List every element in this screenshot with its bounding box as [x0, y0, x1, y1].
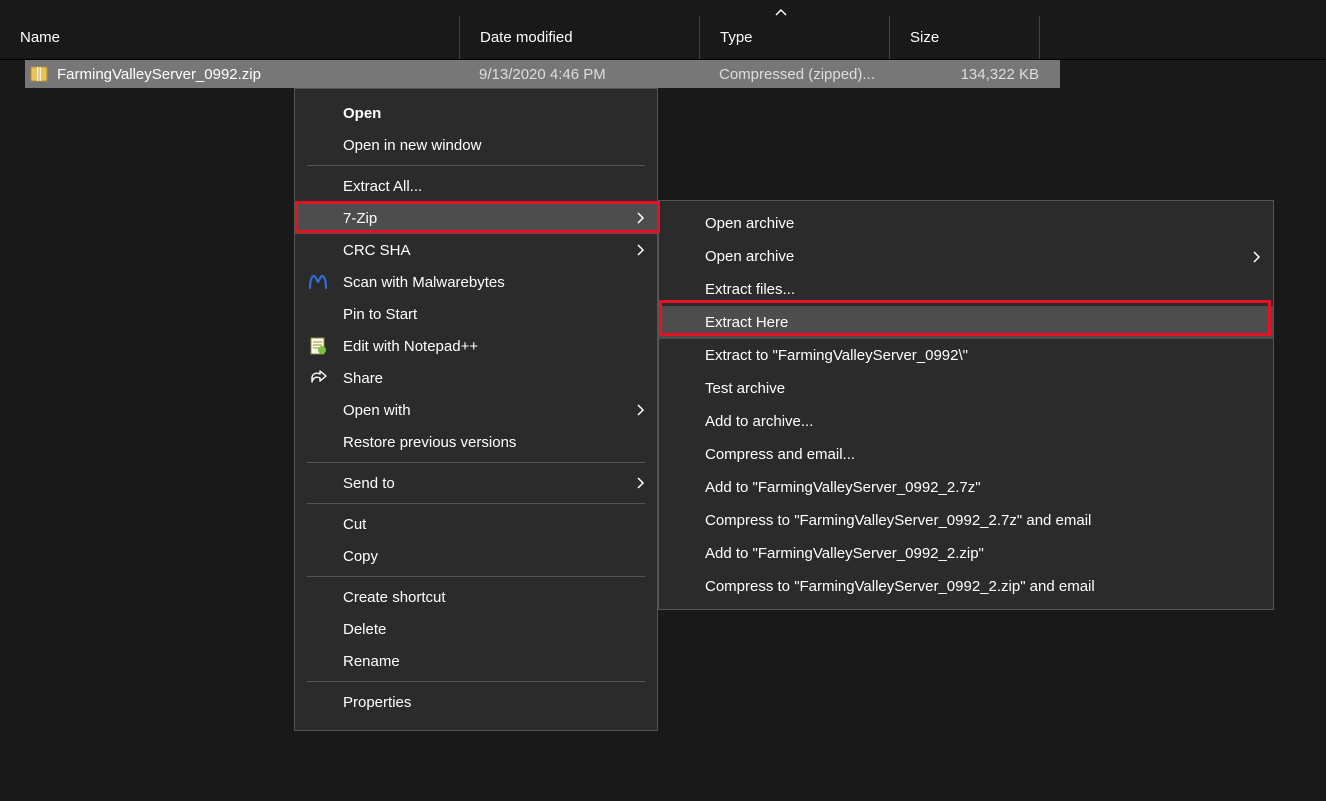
menu-7zip[interactable]: 7-Zip	[295, 202, 657, 234]
menu-separator	[307, 576, 645, 577]
menu-separator	[307, 503, 645, 504]
menu-pin-to-start[interactable]: Pin to Start	[295, 298, 657, 330]
menu-properties[interactable]: Properties	[295, 686, 657, 718]
menu-rename[interactable]: Rename	[295, 645, 657, 677]
sub-extract-here[interactable]: Extract Here	[659, 306, 1273, 339]
file-explorer-window: Name Date modified Type Size FarmingVall…	[0, 0, 1326, 801]
chevron-right-icon	[635, 403, 645, 417]
menu-open-new-window[interactable]: Open in new window	[295, 129, 657, 161]
sub-open-archive-expand-label: Open archive	[705, 248, 794, 265]
menu-open-with[interactable]: Open with	[295, 394, 657, 426]
menu-separator	[307, 681, 645, 682]
file-row[interactable]: FarmingValleyServer_0992.zip 9/13/2020 4…	[25, 60, 1060, 88]
sub-open-archive-expand[interactable]: Open archive	[659, 240, 1273, 273]
menu-share-label: Share	[343, 370, 383, 387]
menu-scan-malwarebytes-label: Scan with Malwarebytes	[343, 274, 505, 291]
sub-add-zip[interactable]: Add to "FarmingValleyServer_0992_2.zip"	[659, 537, 1273, 570]
menu-open[interactable]: Open	[295, 97, 657, 129]
menu-create-shortcut[interactable]: Create shortcut	[295, 581, 657, 613]
sub-extract-files[interactable]: Extract files...	[659, 273, 1273, 306]
sub-extract-to[interactable]: Extract to "FarmingValleyServer_0992\"	[659, 339, 1273, 372]
zip-file-icon	[29, 64, 49, 84]
column-header-date[interactable]: Date modified	[460, 16, 700, 59]
menu-crc-sha-label: CRC SHA	[343, 242, 411, 259]
notepadpp-icon	[307, 335, 329, 357]
submenu-7zip: Open archive Open archive Extract files.…	[658, 200, 1274, 610]
menu-open-with-label: Open with	[343, 402, 411, 419]
sub-add-archive[interactable]: Add to archive...	[659, 405, 1273, 438]
menu-send-to-label: Send to	[343, 475, 395, 492]
menu-7zip-label: 7-Zip	[343, 210, 377, 227]
sub-compress-7z-email[interactable]: Compress to "FarmingValleyServer_0992_2.…	[659, 504, 1273, 537]
malwarebytes-icon	[307, 271, 329, 293]
menu-cut[interactable]: Cut	[295, 508, 657, 540]
sub-test-archive[interactable]: Test archive	[659, 372, 1273, 405]
sub-add-7z[interactable]: Add to "FarmingValleyServer_0992_2.7z"	[659, 471, 1273, 504]
menu-restore-previous[interactable]: Restore previous versions	[295, 426, 657, 458]
context-menu: Open Open in new window Extract All... 7…	[294, 88, 658, 731]
sub-compress-zip-email[interactable]: Compress to "FarmingValleyServer_0992_2.…	[659, 570, 1273, 603]
menu-share[interactable]: Share	[295, 362, 657, 394]
menu-edit-notepadpp-label: Edit with Notepad++	[343, 338, 478, 355]
column-headers: Name Date modified Type Size	[0, 16, 1326, 60]
chevron-right-icon	[635, 243, 645, 257]
chevron-right-icon	[635, 476, 645, 490]
menu-crc-sha[interactable]: CRC SHA	[295, 234, 657, 266]
share-icon	[307, 367, 329, 389]
menu-extract-all[interactable]: Extract All...	[295, 170, 657, 202]
file-name: FarmingValleyServer_0992.zip	[57, 66, 479, 83]
sort-indicator-row	[0, 0, 1326, 16]
file-size: 134,322 KB	[929, 66, 1039, 83]
chevron-right-icon	[635, 211, 645, 225]
menu-copy[interactable]: Copy	[295, 540, 657, 572]
menu-separator	[307, 165, 645, 166]
menu-scan-malwarebytes[interactable]: Scan with Malwarebytes	[295, 266, 657, 298]
menu-delete[interactable]: Delete	[295, 613, 657, 645]
file-type: Compressed (zipped)...	[719, 66, 929, 83]
menu-edit-notepadpp[interactable]: Edit with Notepad++	[295, 330, 657, 362]
menu-send-to[interactable]: Send to	[295, 467, 657, 499]
menu-separator	[307, 462, 645, 463]
column-header-size[interactable]: Size	[890, 16, 1040, 59]
sub-compress-email[interactable]: Compress and email...	[659, 438, 1273, 471]
column-header-name[interactable]: Name	[0, 16, 460, 59]
sort-ascending-icon	[775, 8, 787, 16]
chevron-right-icon	[1251, 250, 1261, 264]
sub-open-archive[interactable]: Open archive	[659, 207, 1273, 240]
file-date: 9/13/2020 4:46 PM	[479, 66, 719, 83]
column-header-type[interactable]: Type	[700, 16, 890, 59]
